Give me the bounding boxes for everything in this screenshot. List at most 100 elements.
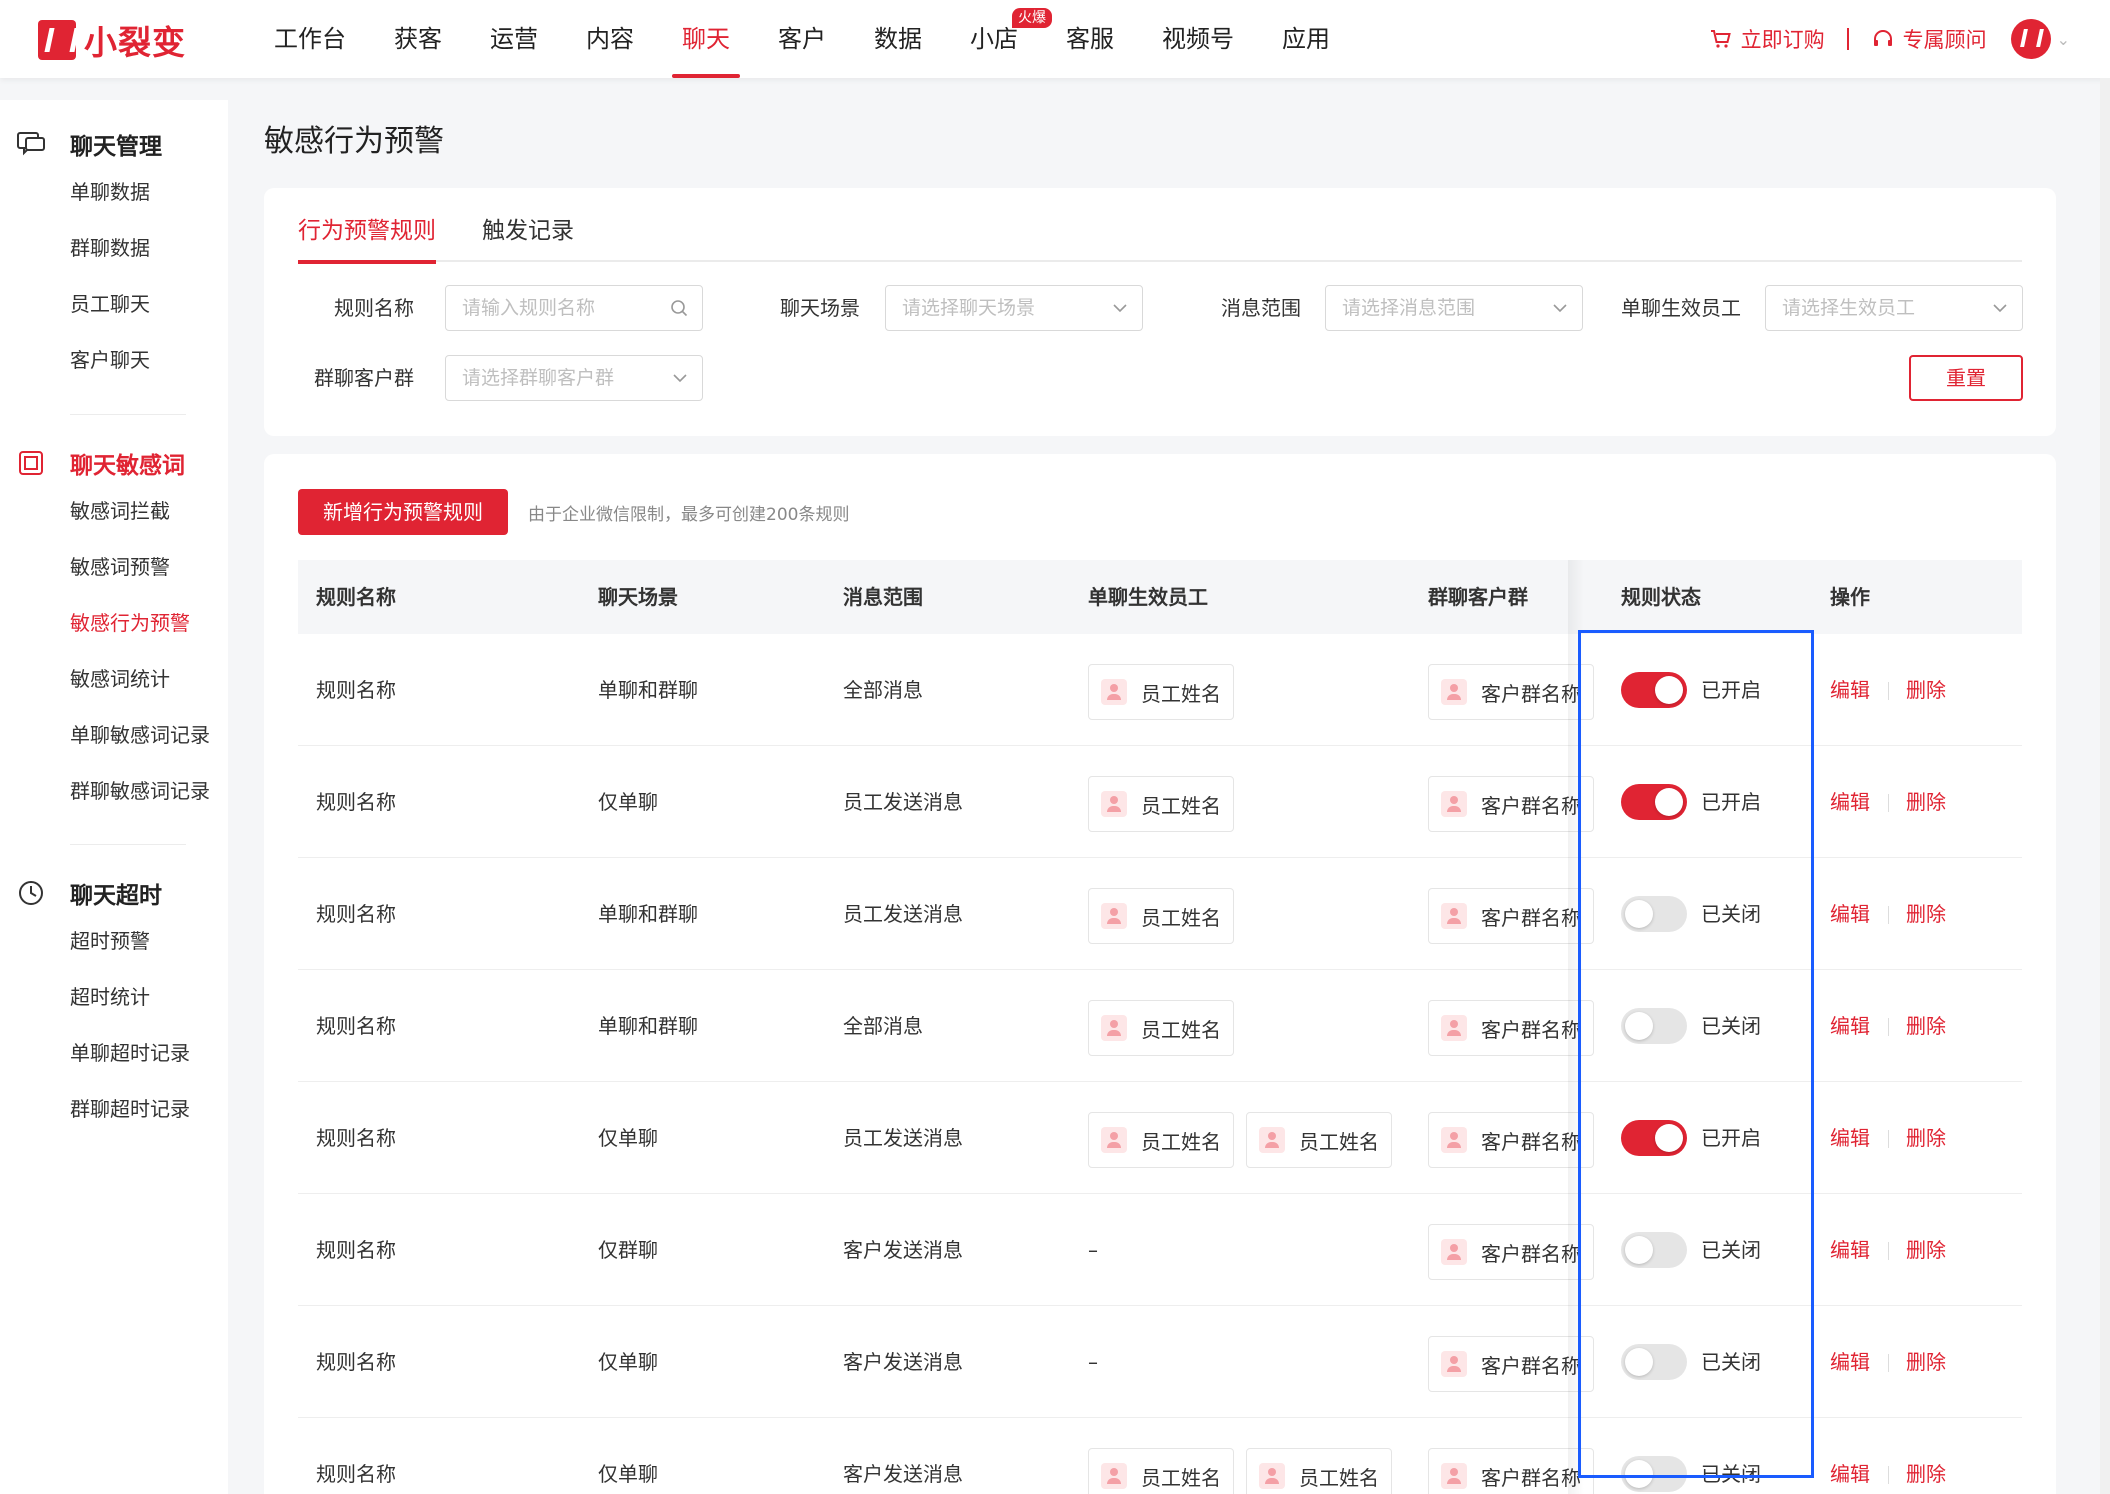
filter-label-rule-name: 规则名称 — [334, 296, 414, 320]
sidebar-item-timeout-warning[interactable]: 超时预警 — [0, 913, 228, 969]
nav-item-shop[interactable]: 小店 火爆 — [970, 0, 1052, 78]
rule-name-cell: 规则名称 — [316, 1350, 396, 1374]
sidebar-item-word-statistics[interactable]: 敏感词统计 — [0, 651, 228, 707]
add-rule-button[interactable]: 新增行为预警规则 — [298, 489, 508, 535]
delete-link[interactable]: 删除 — [1906, 858, 1946, 970]
scene-cell: 仅单聊 — [598, 1462, 658, 1486]
action-divider — [1888, 1130, 1889, 1148]
edit-link[interactable]: 编辑 — [1830, 970, 1870, 1082]
column-header-group: 群聊客户群 — [1428, 585, 1528, 609]
person-icon — [1441, 1239, 1467, 1265]
employee-chip: 员工姓名 — [1246, 1112, 1392, 1168]
person-icon — [1101, 903, 1127, 929]
advisor-link[interactable]: 专属顾问 — [1871, 24, 1987, 54]
sidebar-item-employee-chat[interactable]: 员工聊天 — [0, 276, 228, 332]
sidebar-item-word-intercept[interactable]: 敏感词拦截 — [0, 483, 228, 539]
rule-name-input[interactable]: 请输入规则名称 — [445, 285, 703, 331]
action-divider — [1888, 1466, 1889, 1484]
employee-chip: 员工姓名 — [1088, 664, 1234, 720]
nav-item-service[interactable]: 客服 — [1066, 0, 1114, 78]
action-divider — [1888, 794, 1889, 812]
chevron-down-icon — [1992, 286, 2008, 347]
group-select[interactable]: 请选择群聊客户群 — [445, 355, 703, 401]
sidebar: 聊天管理 单聊数据 群聊数据 员工聊天 客户聊天 聊天敏感词 敏感词拦截 敏感词… — [0, 100, 228, 1494]
nav-item-acquire[interactable]: 获客 — [394, 0, 442, 78]
nav-item-chat[interactable]: 聊天 — [672, 0, 740, 78]
edit-link[interactable]: 编辑 — [1830, 1082, 1870, 1194]
employee-select[interactable]: 请选择生效员工 — [1765, 285, 2023, 331]
subscribe-link[interactable]: 立即订购 — [1709, 24, 1825, 54]
delete-link[interactable]: 删除 — [1906, 1082, 1946, 1194]
brand-logo[interactable]: 小裂变 — [38, 16, 186, 64]
action-divider — [1888, 906, 1889, 924]
sidebar-item-single-word-records[interactable]: 单聊敏感词记录 — [0, 707, 228, 763]
delete-link[interactable]: 删除 — [1906, 970, 1946, 1082]
sidebar-item-group-word-records[interactable]: 群聊敏感词记录 — [0, 763, 228, 819]
person-icon — [1441, 903, 1467, 929]
edit-link[interactable]: 编辑 — [1830, 634, 1870, 746]
headset-icon — [1873, 30, 1892, 46]
sidebar-group-chat-timeout: 聊天超时 超时预警 超时统计 单聊超时记录 群聊超时记录 — [0, 873, 228, 1137]
rule-limit-hint: 由于企业微信限制，最多可创建200条规则 — [528, 505, 850, 525]
scope-cell: 全部消息 — [843, 678, 923, 702]
rule-name-cell: 规则名称 — [316, 790, 396, 814]
rule-name-cell: 规则名称 — [316, 1126, 396, 1150]
rule-name-cell: 规则名称 — [316, 1238, 396, 1262]
scene-cell: 仅群聊 — [598, 1238, 658, 1262]
sidebar-item-single-timeout-records[interactable]: 单聊超时记录 — [0, 1025, 228, 1081]
rule-name-cell: 规则名称 — [316, 1462, 396, 1486]
chevron-down-icon[interactable]: ⌄ — [2057, 30, 2070, 49]
person-icon — [1101, 679, 1127, 705]
edit-link[interactable]: 编辑 — [1830, 1418, 1870, 1494]
delete-link[interactable]: 删除 — [1906, 1306, 1946, 1418]
filter-label-group: 群聊客户群 — [314, 366, 414, 390]
nav-item-data[interactable]: 数据 — [874, 0, 922, 78]
reset-button[interactable]: 重置 — [1909, 355, 2023, 401]
tab-trigger-records[interactable]: 触发记录 — [482, 206, 574, 260]
nav-item-workbench[interactable]: 工作台 — [274, 0, 346, 78]
sidebar-item-word-warning[interactable]: 敏感词预警 — [0, 539, 228, 595]
sidebar-item-group-timeout-records[interactable]: 群聊超时记录 — [0, 1081, 228, 1137]
nav-item-customer[interactable]: 客户 — [778, 0, 826, 78]
page-scrollbar[interactable] — [2100, 78, 2110, 1494]
scope-select[interactable]: 请选择消息范围 — [1325, 285, 1583, 331]
action-divider — [1888, 1018, 1889, 1036]
employee-chip: 员工姓名 — [1088, 1448, 1234, 1494]
person-icon — [1259, 1463, 1285, 1489]
edit-link[interactable]: 编辑 — [1830, 1306, 1870, 1418]
sidebar-item-timeout-statistics[interactable]: 超时统计 — [0, 969, 228, 1025]
logo-icon — [38, 20, 76, 60]
sidebar-group-chat-management: 聊天管理 单聊数据 群聊数据 员工聊天 客户聊天 — [0, 124, 228, 388]
nav-item-apps[interactable]: 应用 — [1282, 0, 1330, 78]
nav-item-channels[interactable]: 视频号 — [1162, 0, 1234, 78]
hot-badge: 火爆 — [1012, 8, 1052, 28]
sidebar-item-single-chat-data[interactable]: 单聊数据 — [0, 164, 228, 220]
edit-link[interactable]: 编辑 — [1830, 746, 1870, 858]
employee-chip: 员工姓名 — [1088, 1112, 1234, 1168]
user-avatar[interactable] — [2010, 19, 2051, 59]
edit-link[interactable]: 编辑 — [1830, 858, 1870, 970]
scope-cell: 员工发送消息 — [843, 790, 963, 814]
nav-item-content[interactable]: 内容 — [586, 0, 634, 78]
search-icon[interactable] — [670, 286, 688, 347]
filter-card: 行为预警规则 触发记录 规则名称 请输入规则名称 聊天场景 请选择聊天场景 消息… — [264, 188, 2056, 436]
nav-item-operation[interactable]: 运营 — [490, 0, 538, 78]
sidebar-divider — [70, 844, 186, 845]
edit-link[interactable]: 编辑 — [1830, 1194, 1870, 1306]
delete-link[interactable]: 删除 — [1906, 746, 1946, 858]
brand-name: 小裂变 — [84, 23, 186, 62]
sidebar-item-customer-chat[interactable]: 客户聊天 — [0, 332, 228, 388]
delete-link[interactable]: 删除 — [1906, 1194, 1946, 1306]
delete-link[interactable]: 删除 — [1906, 1418, 1946, 1494]
rule-name-cell: 规则名称 — [316, 902, 396, 926]
filter-label-employee: 单聊生效员工 — [1621, 296, 1741, 320]
sidebar-group-title: 聊天超时 — [0, 873, 228, 913]
sidebar-item-group-chat-data[interactable]: 群聊数据 — [0, 220, 228, 276]
sidebar-item-behavior-warning[interactable]: 敏感行为预警 — [0, 595, 228, 651]
tab-rules[interactable]: 行为预警规则 — [298, 206, 436, 264]
column-header-actions: 操作 — [1830, 585, 1870, 609]
person-icon — [1101, 791, 1127, 817]
filter-label-scope: 消息范围 — [1221, 296, 1301, 320]
scene-select[interactable]: 请选择聊天场景 — [885, 285, 1143, 331]
delete-link[interactable]: 删除 — [1906, 634, 1946, 746]
